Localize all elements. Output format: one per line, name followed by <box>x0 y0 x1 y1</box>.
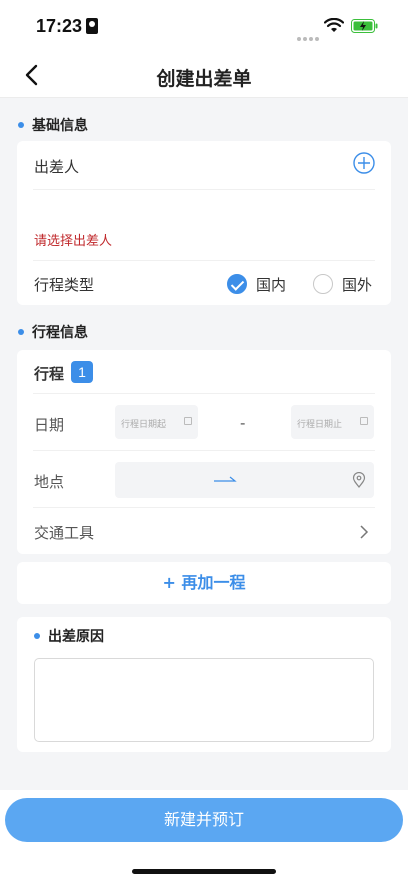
battery-charging-icon <box>351 19 378 33</box>
section-header-basic-info: 基础信息 <box>18 115 88 135</box>
date-separator: - <box>240 414 246 432</box>
section-dot-icon <box>34 633 40 639</box>
divider <box>33 189 375 190</box>
reason-textarea[interactable] <box>34 658 374 742</box>
location-label: 地点 <box>34 473 65 491</box>
section-title: 行程信息 <box>32 325 88 341</box>
signal-dots-icon <box>297 26 321 45</box>
section-title: 基础信息 <box>32 118 88 134</box>
section-dot-icon <box>18 122 24 128</box>
divider <box>33 260 375 261</box>
traveler-error-text: 请选择出差人 <box>34 234 113 249</box>
divider <box>33 507 375 508</box>
section-title: 出差原因 <box>48 629 104 645</box>
traveler-label: 出差人 <box>34 158 80 176</box>
page-title: 创建出差单 <box>156 68 252 90</box>
trip-title: 行程 <box>34 365 65 383</box>
radio-domestic-label[interactable]: 国内 <box>256 274 286 295</box>
location-pin-icon <box>352 472 366 488</box>
add-trip-button[interactable]: + 再加一程 <box>17 562 391 604</box>
date-label: 日期 <box>34 416 65 434</box>
radio-international-label[interactable]: 国外 <box>342 274 372 295</box>
bottom-bar: 新建并预订 <box>0 790 408 883</box>
radio-domestic[interactable] <box>227 274 247 294</box>
basic-info-card: 出差人 请选择出差人 行程类型 国内 国外 <box>17 141 391 305</box>
arrow-right-icon <box>214 476 237 482</box>
status-time: 17:23 <box>36 16 83 36</box>
calendar-icon <box>360 417 368 425</box>
status-bar: 17:23 <box>0 0 408 54</box>
id-card-icon <box>86 18 98 34</box>
trip-number-badge: 1 <box>71 361 93 383</box>
nav-bar: 创建出差单 <box>0 54 408 98</box>
wifi-icon <box>324 18 344 32</box>
section-dot-icon <box>18 329 24 335</box>
create-and-book-button[interactable]: 新建并预订 <box>5 798 403 842</box>
date-start-picker[interactable]: 行程日期起 <box>115 405 198 439</box>
location-picker[interactable] <box>115 462 374 498</box>
home-indicator <box>132 869 276 874</box>
trip-card: 行程 1 日期 行程日期起 - 行程日期止 地点 交通工具 <box>17 350 391 554</box>
add-traveler-icon[interactable] <box>353 152 375 174</box>
section-header-trip-info: 行程信息 <box>18 322 88 342</box>
date-start-placeholder: 行程日期起 <box>121 420 167 430</box>
trip-type-label: 行程类型 <box>34 276 95 294</box>
section-header-reason: 出差原因 <box>34 626 104 646</box>
chevron-right-icon[interactable] <box>359 524 369 540</box>
divider <box>33 450 375 451</box>
divider <box>33 393 375 394</box>
transport-label[interactable]: 交通工具 <box>34 522 94 543</box>
date-end-placeholder: 行程日期止 <box>297 420 343 430</box>
radio-international[interactable] <box>313 274 333 294</box>
calendar-icon <box>184 417 192 425</box>
date-end-picker[interactable]: 行程日期止 <box>291 405 374 439</box>
